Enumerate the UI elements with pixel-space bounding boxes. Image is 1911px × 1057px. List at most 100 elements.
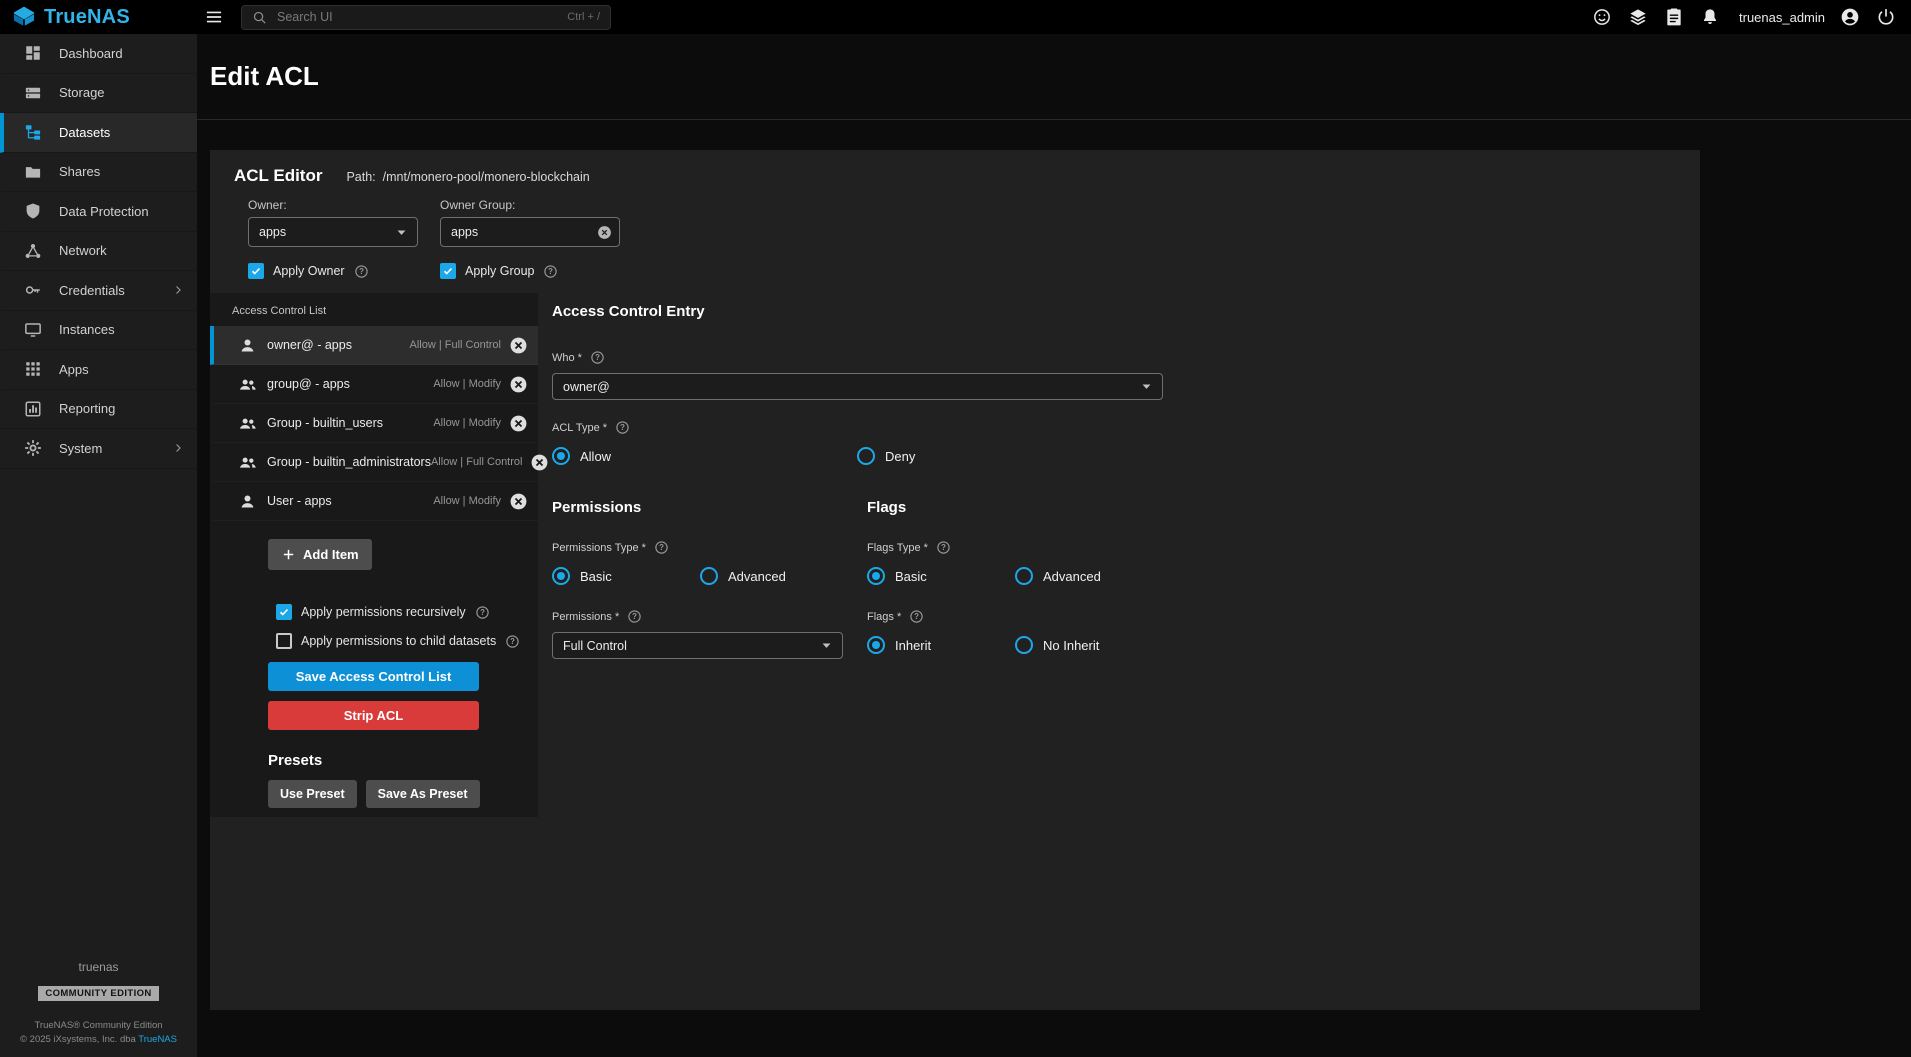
dashboard-icon — [24, 44, 42, 62]
sidebar-item-label: Datasets — [59, 125, 110, 140]
network-icon — [24, 242, 42, 260]
topbar: TrueNAS Ctrl + / — [0, 0, 1911, 34]
sidebar-item-label: Dashboard — [59, 46, 123, 61]
radio-icon — [552, 567, 570, 585]
truenas-logo[interactable]: TrueNAS — [0, 5, 197, 29]
feedback-button[interactable] — [1585, 0, 1619, 34]
cancel-icon[interactable] — [509, 336, 528, 355]
save-acl-button[interactable]: Save Access Control List — [268, 662, 479, 691]
ace-list-item[interactable]: Group - builtin_administrators Allow | F… — [210, 443, 538, 482]
ace-permission: Allow | Modify — [433, 495, 509, 507]
cancel-icon[interactable] — [509, 375, 528, 394]
permissions-select-value: Full Control — [563, 639, 817, 653]
use-preset-button[interactable]: Use Preset — [268, 780, 357, 808]
tasks-button[interactable] — [1657, 0, 1691, 34]
power-button[interactable] — [1869, 0, 1903, 34]
key-icon — [24, 281, 42, 299]
owner-group-field[interactable] — [440, 217, 620, 247]
sidebar-item-data-protection[interactable]: Data Protection — [0, 192, 197, 232]
sidebar-item-apps[interactable]: Apps — [0, 350, 197, 390]
clear-icon[interactable] — [596, 224, 613, 241]
apply-group-checkbox[interactable] — [440, 263, 456, 279]
sidebar-item-instances[interactable]: Instances — [0, 311, 197, 351]
sidebar-item-network[interactable]: Network — [0, 232, 197, 272]
presets-title: Presets — [268, 752, 538, 769]
ace-list-item[interactable]: Group - builtin_users Allow | Modify — [210, 404, 538, 443]
user-icon — [238, 336, 257, 355]
apply-owner-option: Apply Owner ? — [248, 263, 440, 279]
add-item-button[interactable]: Add Item — [268, 539, 372, 570]
radio-icon — [867, 567, 885, 585]
sidebar-footer: truenas COMMUNITY EDITION TrueNAS® Commu… — [0, 960, 197, 1045]
global-search[interactable]: Ctrl + / — [241, 5, 611, 30]
radio-deny[interactable]: Deny — [857, 447, 915, 465]
radio-allow[interactable]: Allow — [552, 447, 857, 465]
apply-recursively-checkbox[interactable] — [276, 604, 292, 620]
cancel-icon[interactable] — [509, 492, 528, 511]
account-button[interactable] — [1833, 0, 1867, 34]
jobs-button[interactable] — [1621, 0, 1655, 34]
gear-icon — [24, 439, 42, 457]
help-icon[interactable]: ? — [654, 540, 669, 555]
radio-flags-type-basic[interactable]: Basic — [867, 567, 1015, 585]
save-as-preset-button[interactable]: Save As Preset — [366, 780, 480, 808]
who-select[interactable]: owner@ — [552, 373, 1163, 400]
monitor-icon — [24, 321, 42, 339]
page-header: Edit ACL — [197, 34, 1911, 120]
help-icon[interactable]: ? — [505, 634, 520, 649]
help-icon[interactable]: ? — [627, 609, 642, 624]
ace-list-item[interactable]: group@ - apps Allow | Modify — [210, 365, 538, 404]
search-shortcut-hint: Ctrl + / — [567, 11, 600, 23]
sidebar-item-storage[interactable]: Storage — [0, 74, 197, 114]
radio-flags-type-advanced[interactable]: Advanced — [1015, 567, 1101, 585]
sidebar-item-shares[interactable]: Shares — [0, 153, 197, 193]
menu-icon — [204, 7, 224, 27]
menu-toggle-button[interactable] — [197, 0, 231, 34]
sidebar-item-dashboard[interactable]: Dashboard — [0, 34, 197, 74]
permissions-select[interactable]: Full Control — [552, 632, 843, 659]
help-icon[interactable]: ? — [936, 540, 951, 555]
sidebar-item-label: Credentials — [59, 283, 125, 298]
svg-text:?: ? — [595, 353, 600, 362]
ace-list-item[interactable]: owner@ - apps Allow | Full Control — [210, 326, 538, 365]
help-icon[interactable]: ? — [354, 264, 369, 279]
ace-title: Access Control Entry — [552, 303, 1700, 320]
apply-owner-checkbox[interactable] — [248, 263, 264, 279]
sidebar-item-credentials[interactable]: Credentials — [0, 271, 197, 311]
search-icon — [252, 10, 267, 25]
radio-flags-inherit[interactable]: Inherit — [867, 636, 1015, 654]
storage-icon — [24, 84, 42, 102]
permissions-section: Permissions Permissions Type * ? Basic — [552, 499, 867, 659]
ace-list-item[interactable]: User - apps Allow | Modify — [210, 482, 538, 521]
svg-text:?: ? — [632, 612, 637, 621]
help-icon[interactable]: ? — [909, 609, 924, 624]
apply-to-children-checkbox[interactable] — [276, 633, 292, 649]
user-avatar-icon — [1840, 7, 1860, 27]
main-content: Edit ACL ACL Editor Path: /mnt/monero-po… — [197, 34, 1911, 1057]
sidebar-item-datasets[interactable]: Datasets — [0, 113, 197, 153]
ace-permission: Allow | Modify — [433, 417, 509, 429]
access-control-list-panel: Access Control List owner@ - apps Allow … — [210, 293, 538, 817]
help-icon[interactable]: ? — [475, 605, 490, 620]
sidebar-item-label: Network — [59, 243, 107, 258]
notifications-button[interactable] — [1693, 0, 1727, 34]
radio-flags-no-inherit[interactable]: No Inherit — [1015, 636, 1099, 654]
sidebar: Dashboard Storage Datasets Shares Data P… — [0, 34, 197, 1057]
cancel-icon[interactable] — [509, 414, 528, 433]
radio-permissions-type-advanced[interactable]: Advanced — [700, 567, 786, 585]
owner-select[interactable]: apps — [248, 217, 418, 247]
help-icon[interactable]: ? — [543, 264, 558, 279]
search-input[interactable] — [275, 9, 559, 25]
help-icon[interactable]: ? — [615, 420, 630, 435]
page-title: Edit ACL — [210, 61, 319, 92]
apply-to-children-label: Apply permissions to child datasets — [301, 634, 496, 648]
strip-acl-button[interactable]: Strip ACL — [268, 701, 479, 730]
truenas-link[interactable]: TrueNAS — [138, 1034, 177, 1045]
help-icon[interactable]: ? — [590, 350, 605, 365]
sidebar-item-system[interactable]: System — [0, 429, 197, 469]
sidebar-item-reporting[interactable]: Reporting — [0, 390, 197, 430]
radio-permissions-type-basic[interactable]: Basic — [552, 567, 700, 585]
svg-text:?: ? — [659, 543, 664, 552]
owner-group-input[interactable] — [451, 225, 596, 239]
radio-label: Basic — [580, 569, 612, 584]
